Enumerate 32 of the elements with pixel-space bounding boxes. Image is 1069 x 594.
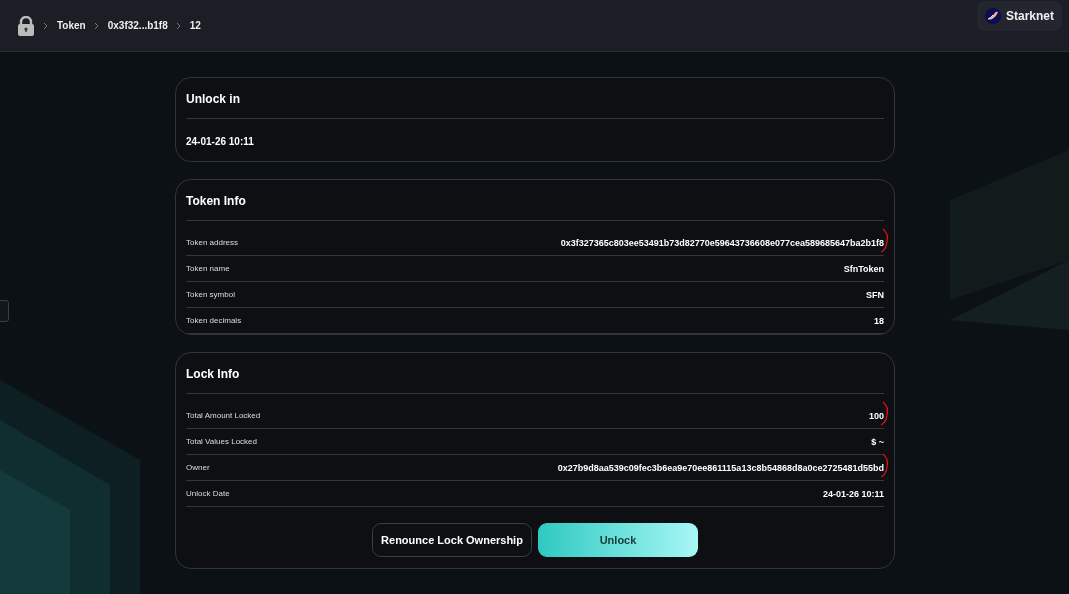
row-value: 100 xyxy=(868,410,884,421)
card-title: Lock Info xyxy=(186,353,884,394)
row-value: $ ~ xyxy=(871,436,884,447)
network-logo-icon xyxy=(984,7,1001,24)
chevron-icon xyxy=(93,21,100,30)
row-label: Owner xyxy=(186,463,210,472)
unlock-time: 24-01-26 10:11 xyxy=(186,135,255,149)
network-button[interactable]: Starknet xyxy=(976,0,1062,31)
row-label: Total Amount Locked xyxy=(186,411,261,420)
card-title: Unlock in xyxy=(186,78,884,119)
lock-icon[interactable] xyxy=(17,15,35,36)
side-handle[interactable] xyxy=(0,300,9,322)
row-label: Token address xyxy=(186,238,239,247)
row-value: SFN xyxy=(866,289,884,300)
unlock-button[interactable]: Unlock xyxy=(538,523,698,557)
row-value: 0x3f327365c803ee53491b73d82770e59643736608e077cea589685647ba2b1f8 xyxy=(560,237,884,248)
row-label: Total Values Locked xyxy=(186,437,257,446)
row-label: Token name xyxy=(186,264,230,273)
chevron-icon xyxy=(175,21,182,30)
row-label: Token symbol xyxy=(186,290,235,299)
row-label: Unlock Date xyxy=(186,489,230,498)
chevron-icon xyxy=(43,21,49,30)
breadcrumb[interactable]: Token xyxy=(57,20,86,31)
row-value: 24-01-26 10:11 xyxy=(822,488,884,499)
breadcrumb: 12 xyxy=(189,20,201,31)
card-title: Token Info xyxy=(186,180,884,221)
renounce-button[interactable]: Renounce Lock Ownership xyxy=(372,523,532,557)
row-value: SfnToken xyxy=(843,263,884,274)
row-value: 18 xyxy=(874,315,884,326)
breadcrumb[interactable]: 0x3f32...b1f8 xyxy=(107,20,168,31)
row-value: 0x27b9d8aa539c09fec3b6ea9e70ee861115a13c8b54868d8a0ce2725481d55bd xyxy=(557,462,884,473)
row-label: Token decimals xyxy=(186,316,242,325)
